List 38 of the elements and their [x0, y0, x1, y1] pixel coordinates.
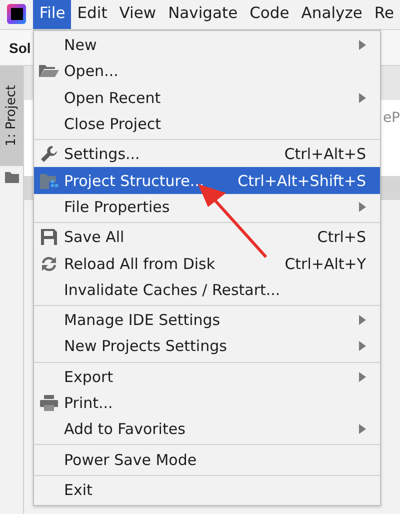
menu-item[interactable]: Manage IDE Settings — [34, 306, 380, 334]
folder-grid-icon — [40, 172, 58, 189]
menu-item[interactable]: Reload All from Disk Ctrl+Alt+Y — [34, 250, 380, 277]
menu-bar-item[interactable]: File — [33, 0, 72, 29]
menu-item[interactable]: Project Structure... Ctrl+Alt+Shift+S — [34, 167, 380, 194]
menu-item[interactable]: Open Recent — [34, 84, 380, 111]
menu-item[interactable]: Add to Favorites — [34, 416, 380, 442]
menu-bar-item[interactable]: Code — [244, 0, 296, 29]
menu-item[interactable]: Open... — [34, 58, 380, 85]
app-logo-icon — [7, 4, 26, 24]
shortcut-text: Ctrl+S — [317, 228, 366, 246]
menu-item[interactable]: Exit — [34, 476, 380, 504]
menu-bar-item[interactable]: Navigate — [162, 0, 244, 29]
shortcut-text: Ctrl+Alt+Shift+S — [238, 172, 366, 190]
menu-item[interactable]: Invalidate Caches / Restart... — [34, 276, 380, 303]
menu-item[interactable]: Power Save Mode — [34, 446, 380, 473]
menu-bar-item[interactable]: Analyze — [295, 0, 368, 29]
menu-item[interactable]: File Properties — [34, 194, 380, 220]
folder-icon — [39, 64, 59, 78]
menu-item[interactable]: Close Project — [34, 110, 380, 138]
menu-item[interactable]: Export — [34, 364, 380, 390]
menu-item[interactable]: New — [34, 32, 380, 58]
shortcut-text: Ctrl+Alt+S — [284, 145, 366, 164]
menu-item[interactable]: Save All Ctrl+S — [34, 224, 380, 250]
wrench-icon — [40, 145, 58, 164]
panel-title: Sol — [9, 40, 31, 56]
reload-icon — [41, 256, 57, 272]
project-tool-tab[interactable]: 1: Project — [0, 66, 23, 166]
folder-icon — [4, 172, 18, 183]
menu-item[interactable]: New Projects Settings — [34, 333, 380, 360]
editor-text: eP — [382, 110, 400, 128]
printer-icon — [40, 395, 58, 411]
menu-item[interactable]: Print... — [34, 390, 380, 416]
menu-bar-item[interactable]: Edit — [71, 0, 114, 29]
menu-item[interactable]: Settings... Ctrl+Alt+S — [34, 141, 380, 168]
menu-bar-item[interactable]: View — [113, 0, 162, 29]
shortcut-text: Ctrl+Alt+Y — [284, 254, 366, 273]
menu-bar-item[interactable]: Re — [368, 0, 400, 29]
